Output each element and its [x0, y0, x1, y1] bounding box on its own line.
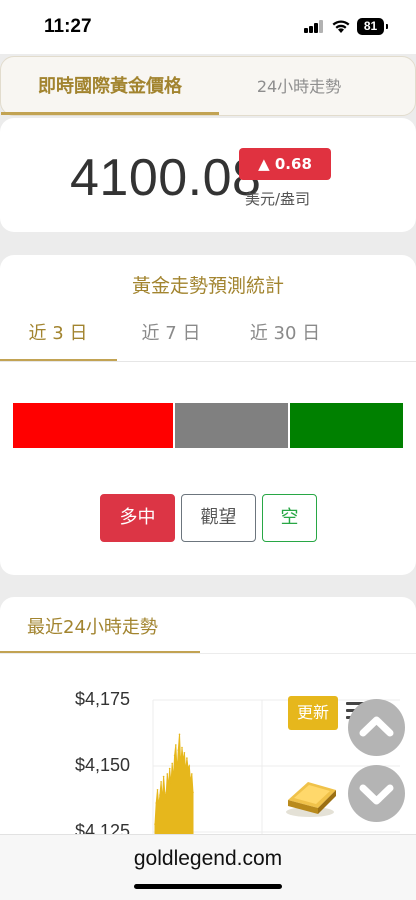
scroll-up-button[interactable]: [348, 699, 405, 756]
scroll-down-button[interactable]: [348, 765, 405, 822]
status-bar: 11:27 81: [0, 0, 416, 54]
gold-bar-icon: [286, 782, 336, 817]
price-point: [166, 773, 169, 775]
active-tab-underline: [1, 112, 219, 115]
price-point: [186, 757, 188, 759]
period-divider: [0, 361, 416, 362]
price-point: [176, 770, 178, 773]
price-point: [184, 770, 187, 773]
forecast-title: 黃金走勢預測統計: [131, 275, 284, 297]
tab-3-days[interactable]: 近 3 日: [0, 319, 116, 345]
price-point: [165, 796, 167, 799]
battery-tip: [386, 24, 388, 29]
price-point: [175, 744, 177, 746]
update-button[interactable]: 更新: [288, 696, 338, 730]
price-point: [192, 791, 194, 794]
price-point: [155, 802, 157, 804]
price-point: [178, 733, 181, 736]
price-point: [170, 783, 172, 786]
gold-price-value: 4100.08: [70, 149, 262, 207]
price-point: [189, 781, 192, 783]
price-point: [173, 754, 176, 757]
tab-30-days[interactable]: 近 30 日: [226, 319, 344, 345]
distribution-segment-2: [175, 403, 288, 448]
price-point: [171, 762, 173, 765]
tab-7-days[interactable]: 近 7 日: [116, 319, 226, 345]
price-unit: 美元/盎司: [245, 190, 311, 208]
chevron-up-icon: [359, 716, 394, 737]
price-point: [172, 778, 175, 780]
price-point: [181, 746, 183, 749]
browser-bottom-bar: goldlegend.com: [0, 834, 416, 900]
watch-button[interactable]: 觀望: [181, 494, 256, 542]
forecast-card: 黃金走勢預測統計 近 3 日 近 7 日 近 30 日 多中 觀望 空: [0, 255, 416, 575]
price-point: [188, 765, 191, 767]
price-change-badge: ▲ 0.68: [239, 148, 331, 180]
distribution-segment-3: [290, 403, 403, 448]
home-indicator: [134, 884, 282, 889]
price-point: [164, 791, 166, 794]
price-card: 4100.08: [0, 118, 416, 232]
wifi-icon: [332, 20, 350, 33]
battery-icon: 81: [357, 18, 384, 35]
price-point: [157, 804, 160, 807]
price-point: [160, 781, 162, 783]
price-point: [182, 759, 184, 762]
short-button[interactable]: 空: [262, 494, 317, 542]
long-button[interactable]: 多中: [100, 494, 175, 542]
chevron-down-icon: [359, 784, 394, 805]
cellular-signal-icon: [304, 20, 324, 33]
price-point: [168, 767, 171, 770]
tab-live-price[interactable]: 即時國際黃金價格: [1, 57, 219, 117]
url-domain[interactable]: goldlegend.com: [0, 847, 416, 871]
price-point: [177, 749, 180, 751]
price-point: [191, 773, 193, 775]
price-point: [154, 823, 156, 825]
top-tab-bar: 即時國際黃金價格 24小時走勢: [0, 56, 416, 116]
price-point: [162, 775, 165, 778]
tab-24h-trend[interactable]: 24小時走勢: [219, 57, 379, 117]
distribution-segment-1: [13, 403, 173, 448]
price-point: [187, 767, 189, 770]
price-point: [179, 765, 182, 767]
price-point: [156, 789, 159, 791]
price-point: [161, 799, 164, 802]
price-point: [167, 786, 170, 788]
status-time: 11:27: [44, 16, 92, 37]
price-point: [183, 752, 186, 754]
price-point: [159, 794, 161, 796]
